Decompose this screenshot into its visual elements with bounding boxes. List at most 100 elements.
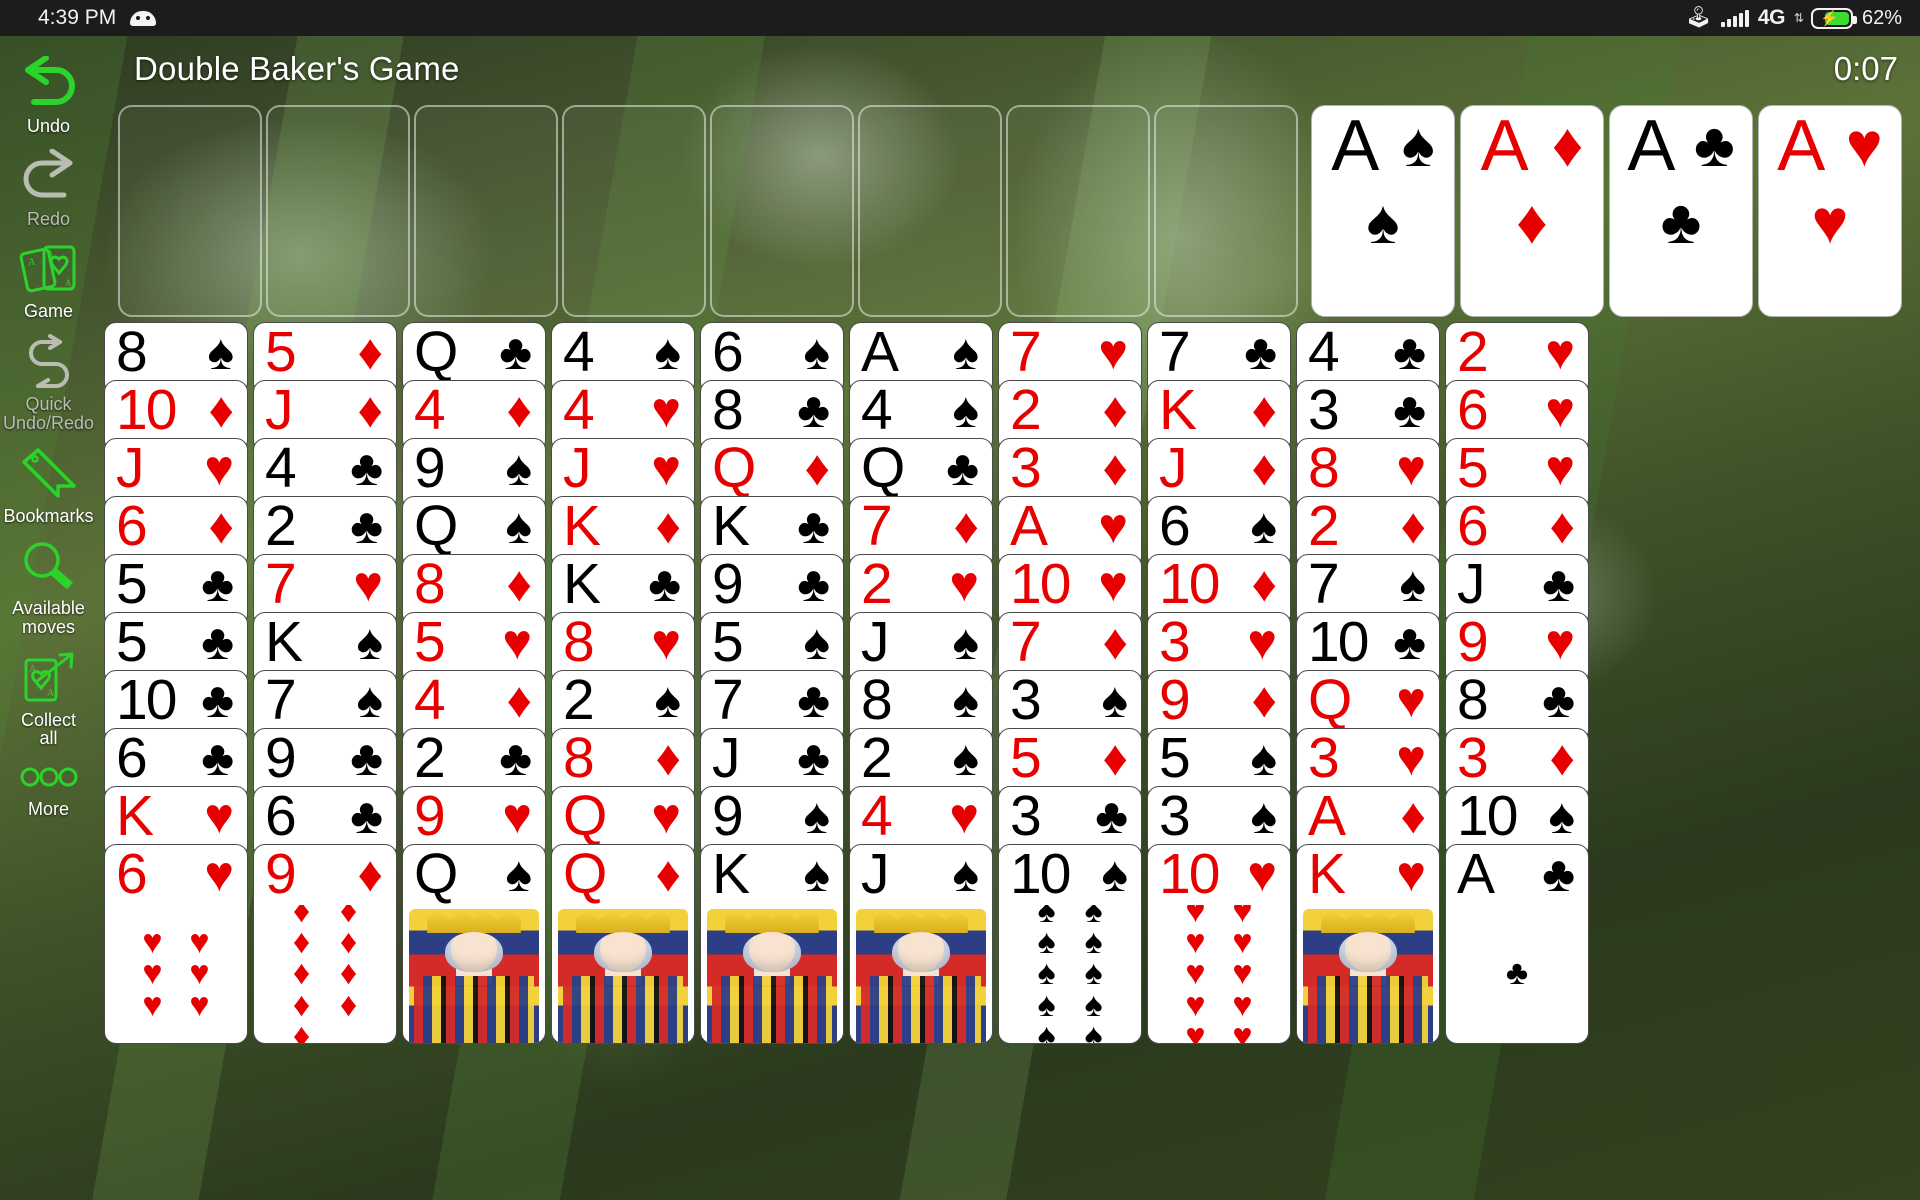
card-rank: 9 [265,844,297,906]
card-rank: K [265,612,303,674]
card-suit-icon: ♣ [350,730,383,786]
card-rank: 10 [116,380,177,442]
sidebar-item-quick-undo-redo[interactable]: Quick Undo/Redo [0,330,97,432]
card-rank: J [265,380,293,442]
card-suit-icon: ♥ [651,614,681,670]
tableau-column-4[interactable]: 4 ♠ 4 ♥ J ♥ K ♦ K ♣ 8 ♥ 2 ♠ 8 ♦ Q ♥ Q ♦ [551,322,695,1044]
tableau-column-6[interactable]: A ♠ 4 ♠ Q ♣ 7 ♦ 2 ♥ J ♠ 8 ♠ 2 ♠ 4 ♥ J ♠ [849,322,993,1044]
card-suit-icon: ♥ [1545,382,1575,438]
card-rank: Q [861,438,905,500]
sidebar-item-undo[interactable]: Undo [0,52,97,136]
card-suit-icon: ♥ [1545,614,1575,670]
card-suit-icon: ♣ [797,730,830,786]
card-10♥[interactable]: 10 ♥ ♥ ♥ ♥ ♥ ♥ ♥ ♥ ♥ ♥ ♥ [1147,844,1291,1044]
free-cell-1[interactable] [118,105,262,317]
foundation-suit-icon: ♥ [1845,111,1883,180]
card-rank: 4 [563,380,595,442]
sidebar-item-more[interactable]: More [0,757,97,819]
tableau-column-10[interactable]: 2 ♥ 6 ♥ 5 ♥ 6 ♦ J ♣ 9 ♥ 8 ♣ 3 ♦ 10 ♠ A ♣ ♣ [1445,322,1589,1044]
card-Q♠[interactable]: Q ♠ [402,844,546,1044]
sidebar-label-quick-undo-redo: Quick Undo/Redo [2,394,95,433]
sidebar-label-available-moves: Available moves [12,598,85,638]
tableau-column-9[interactable]: 4 ♣ 3 ♣ 8 ♥ 2 ♦ 7 ♠ 10 ♣ Q ♥ 3 ♥ A ♦ K ♥ [1296,322,1440,1044]
foundation-center-pip: ♦ [1516,188,1548,257]
card-rank: 3 [1159,612,1191,674]
card-rank: 6 [1457,496,1489,558]
card-rank: 5 [1457,438,1489,500]
free-cell-2[interactable] [266,105,410,317]
card-suit-icon: ♠ [654,324,681,380]
card-rank: 4 [414,670,446,732]
free-cell-4[interactable] [562,105,706,317]
foundation-rank: A [1331,106,1380,186]
court-face-art [850,905,992,1043]
tableau-column-1[interactable]: 8 ♠ 10 ♦ J ♥ 6 ♦ 5 ♣ 5 ♣ 10 ♣ 6 ♣ K ♥ 6 ♥ ♥ ♥ ♥ ♥ ♥ ♥ [104,322,248,1044]
card-rank: 7 [265,554,297,616]
undo-arrow-icon [16,52,82,114]
tableau-column-8[interactable]: 7 ♣ K ♦ J ♦ 6 ♠ 10 ♦ 3 ♥ 9 ♦ 5 ♠ 3 ♠ 10 ♥ ♥ ♥ ♥ ♥ ♥ ♥ ♥ ♥ ♥ ♥ [1147,322,1291,1044]
card-rank: Q [712,438,756,500]
card-Q♦[interactable]: Q ♦ [551,844,695,1044]
card-A♣[interactable]: A ♣ ♣ [1445,844,1589,1044]
card-rank: J [861,844,889,906]
tableau-column-3[interactable]: Q ♣ 4 ♦ 9 ♠ Q ♠ 8 ♦ 5 ♥ 4 ♦ 2 ♣ 9 ♥ Q ♠ [402,322,546,1044]
card-suit-icon: ♦ [1251,440,1277,496]
card-rank: 9 [265,728,297,790]
pip-art: ♣ [1505,954,1529,993]
card-rank: 5 [116,554,148,616]
free-cell-6[interactable] [858,105,1002,317]
card-suit-icon: ♠ [505,440,532,496]
card-suit-icon: ♠ [1101,672,1128,728]
card-rank: 7 [1159,322,1191,384]
card-suit-icon: ♦ [208,498,234,554]
tableau-column-7[interactable]: 7 ♥ 2 ♦ 3 ♦ A ♥ 10 ♥ 7 ♦ 3 ♠ 5 ♦ 3 ♣ 10 ♠ ♠ ♠ ♠ ♠ ♠ ♠ ♠ ♠ ♠ ♠ [998,322,1142,1044]
court-face-art [701,905,843,1043]
card-9♦[interactable]: 9 ♦ ♦ ♦ ♦ ♦ ♦ ♦ ♦ ♦ ♦ [253,844,397,1044]
card-rank: 5 [1159,728,1191,790]
card-suit-icon: ♥ [204,846,234,902]
card-rank: 2 [414,728,446,790]
card-rank: 9 [712,554,744,616]
card-K♥[interactable]: K ♥ [1296,844,1440,1044]
card-10♠[interactable]: 10 ♠ ♠ ♠ ♠ ♠ ♠ ♠ ♠ ♠ ♠ ♠ [998,844,1142,1044]
card-rank: 9 [1159,670,1191,732]
card-rank: 8 [563,612,595,674]
tableau-column-5[interactable]: 6 ♠ 8 ♣ Q ♦ K ♣ 9 ♣ 5 ♠ 7 ♣ J ♣ 9 ♠ K ♠ [700,322,844,1044]
tableau: 8 ♠ 10 ♦ J ♥ 6 ♦ 5 ♣ 5 ♣ 10 ♣ 6 ♣ K ♥ 6 ♥ ♥ ♥ ♥ ♥ ♥ ♥ 5 ♦ J ♦ 4 ♣ 2 ♣ 7 ♥ K ♠… [104,322,1589,1044]
free-cell-5[interactable] [710,105,854,317]
card-rank: 10 [116,670,177,732]
free-cell-3[interactable] [414,105,558,317]
card-rank: K [712,844,750,906]
card-rank: 6 [1159,496,1191,558]
card-J♠[interactable]: J ♠ [849,844,993,1044]
foundation-pile-2[interactable]: A ♦ ♦ [1460,105,1604,317]
tableau-column-2[interactable]: 5 ♦ J ♦ 4 ♣ 2 ♣ 7 ♥ K ♠ 7 ♠ 9 ♣ 6 ♣ 9 ♦ ♦ ♦ ♦ ♦ ♦ ♦ ♦ ♦ ♦ [253,322,397,1044]
foundation-pile-1[interactable]: A ♠ ♠ [1311,105,1455,317]
toolbar-sidebar: Undo Redo A A A Game Quick Undo/Redo Boo… [0,36,97,1200]
card-rank: 4 [265,438,297,500]
svg-text:A: A [47,688,55,699]
sidebar-item-game[interactable]: A A A Game [0,237,97,321]
card-6♥[interactable]: 6 ♥ ♥ ♥ ♥ ♥ ♥ ♥ [104,844,248,1044]
android-status-bar: 4:39 PM 🕹 4G ⇅ ⚡ 62% [0,0,1920,36]
card-rank: K [712,496,750,558]
data-arrows-icon: ⇅ [1793,11,1804,25]
sidebar-item-collect-all[interactable]: A A Collect all [0,646,97,748]
card-rank: 4 [563,322,595,384]
free-cell-8[interactable] [1154,105,1298,317]
foundation-pile-4[interactable]: A ♥ ♥ [1758,105,1902,317]
card-suit-icon: ♥ [1545,440,1575,496]
card-rank: 6 [116,728,148,790]
card-rank: 7 [1010,612,1042,674]
free-cell-7[interactable] [1006,105,1150,317]
card-rank: 8 [1457,670,1489,732]
card-rank: 8 [861,670,893,732]
sidebar-item-redo[interactable]: Redo [0,145,97,229]
sidebar-item-bookmarks[interactable]: Bookmarks [0,442,97,526]
sidebar-item-available-moves[interactable]: Available moves [0,534,97,638]
card-rank: 4 [1308,322,1340,384]
card-K♠[interactable]: K ♠ [700,844,844,1044]
card-suit-icon: ♣ [1393,382,1426,438]
card-suit-icon: ♥ [204,440,234,496]
foundation-pile-3[interactable]: A ♣ ♣ [1609,105,1753,317]
